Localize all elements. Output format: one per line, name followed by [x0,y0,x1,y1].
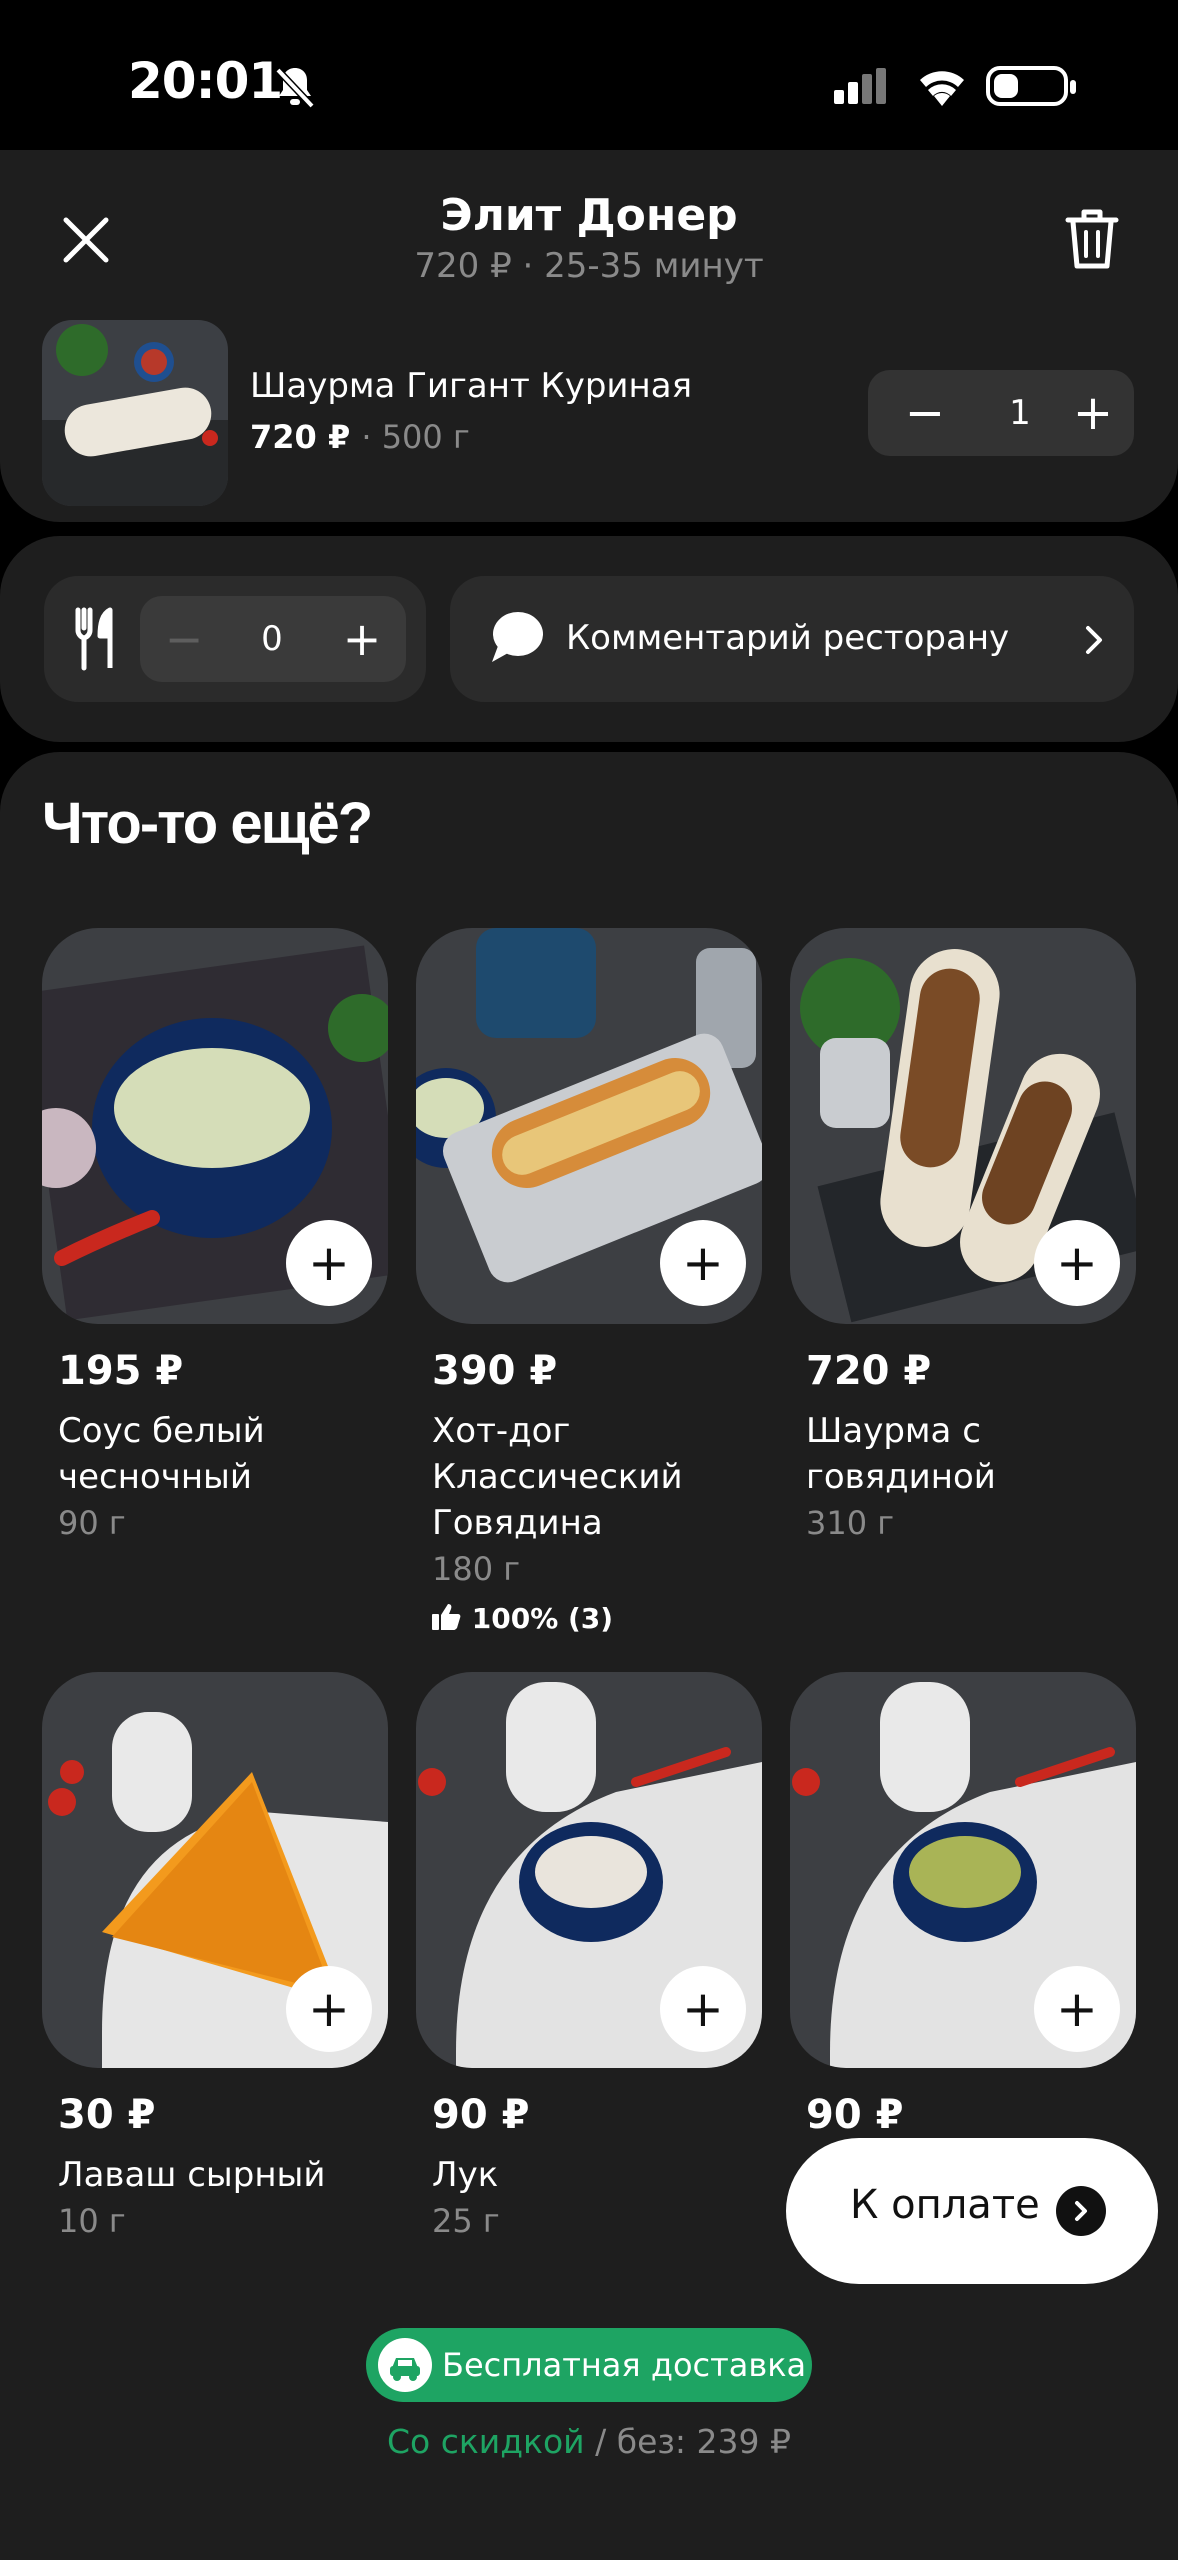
thumbs-up-icon [432,1604,461,1630]
cart-item-price: 720 ₽ · 500 г [250,418,470,456]
wifi-icon [920,71,964,106]
product-price: 720 ₽ [806,1348,932,1394]
product-name: Лаваш сырный [58,2155,326,2195]
battery-icon [986,66,1076,106]
product-price: 90 ₽ [806,2092,904,2138]
cart-item-image [42,320,228,506]
cart-item-name: Шаурма Гигант Куриная [250,366,693,406]
car-icon [378,2338,432,2392]
speech-bubble-icon [492,612,543,662]
add-product-button[interactable]: + [1034,1966,1120,2052]
restaurant-title: Элит Донер [440,190,738,241]
product-rating-value: 100% (3) [471,1602,614,1635]
add-product-button[interactable]: + [286,1220,372,1306]
chevron-right-icon [1086,626,1102,654]
free-delivery-label: Бесплатная доставка [442,2346,807,2384]
discount-label: Со скидкой [386,2422,585,2461]
product-weight: 90 г [58,1504,126,1542]
product-name: Соус белый чесночный [58,1411,265,1497]
status-time: 20:01 [128,52,283,110]
add-product-button[interactable]: + [660,1966,746,2052]
add-product-button[interactable]: + [1034,1220,1120,1306]
trash-icon[interactable] [1062,206,1122,272]
cart-item-price-value: 720 ₽ [250,418,351,456]
product-weight: 180 г [432,1550,521,1588]
decrease-quantity-button[interactable]: − [890,380,960,446]
product-price: 30 ₽ [58,2092,156,2138]
add-label: + [682,1980,724,2038]
add-label: + [308,1234,350,1292]
arrow-right-icon [1056,2186,1106,2236]
bell-muted-icon [275,67,315,109]
product-name: Лук [432,2155,499,2195]
checkout-label: К оплате [850,2182,1040,2228]
increase-quantity-button[interactable]: + [1058,380,1128,446]
cart-item-weight: · 500 г [361,418,470,456]
order-summary: 720 ₽ · 25-35 минут [414,246,764,286]
add-product-button[interactable]: + [286,1966,372,2052]
signal-icon [834,68,886,104]
cutlery-count: 0 [261,619,283,659]
add-label: + [682,1234,724,1292]
upsell-title: Что-то ещё? [42,791,373,856]
cutlery-decrease-button[interactable]: − [152,606,216,672]
comment-label: Комментарий ресторану [566,618,1010,658]
product-price: 195 ₽ [58,1348,184,1394]
cutlery-increase-button[interactable]: + [330,606,394,672]
product-weight: 310 г [806,1504,895,1542]
original-price: / без: 239 ₽ [595,2422,792,2461]
product-name: Хот-дог Классический Говядина [432,1411,683,1543]
discount-line: Со скидкой / без: 239 ₽ [0,2422,1178,2461]
product-price: 390 ₽ [432,1348,558,1394]
product-weight: 10 г [58,2202,126,2240]
add-product-button[interactable]: + [660,1220,746,1306]
add-label: + [1056,1980,1098,2038]
add-label: + [1056,1234,1098,1292]
product-rating: 100% (3) [432,1602,613,1635]
cutlery-icon [75,607,113,671]
product-price: 90 ₽ [432,2092,530,2138]
add-label: + [308,1980,350,2038]
product-weight: 25 г [432,2202,500,2240]
product-name: Шаурма с говядиной [806,1411,996,1497]
